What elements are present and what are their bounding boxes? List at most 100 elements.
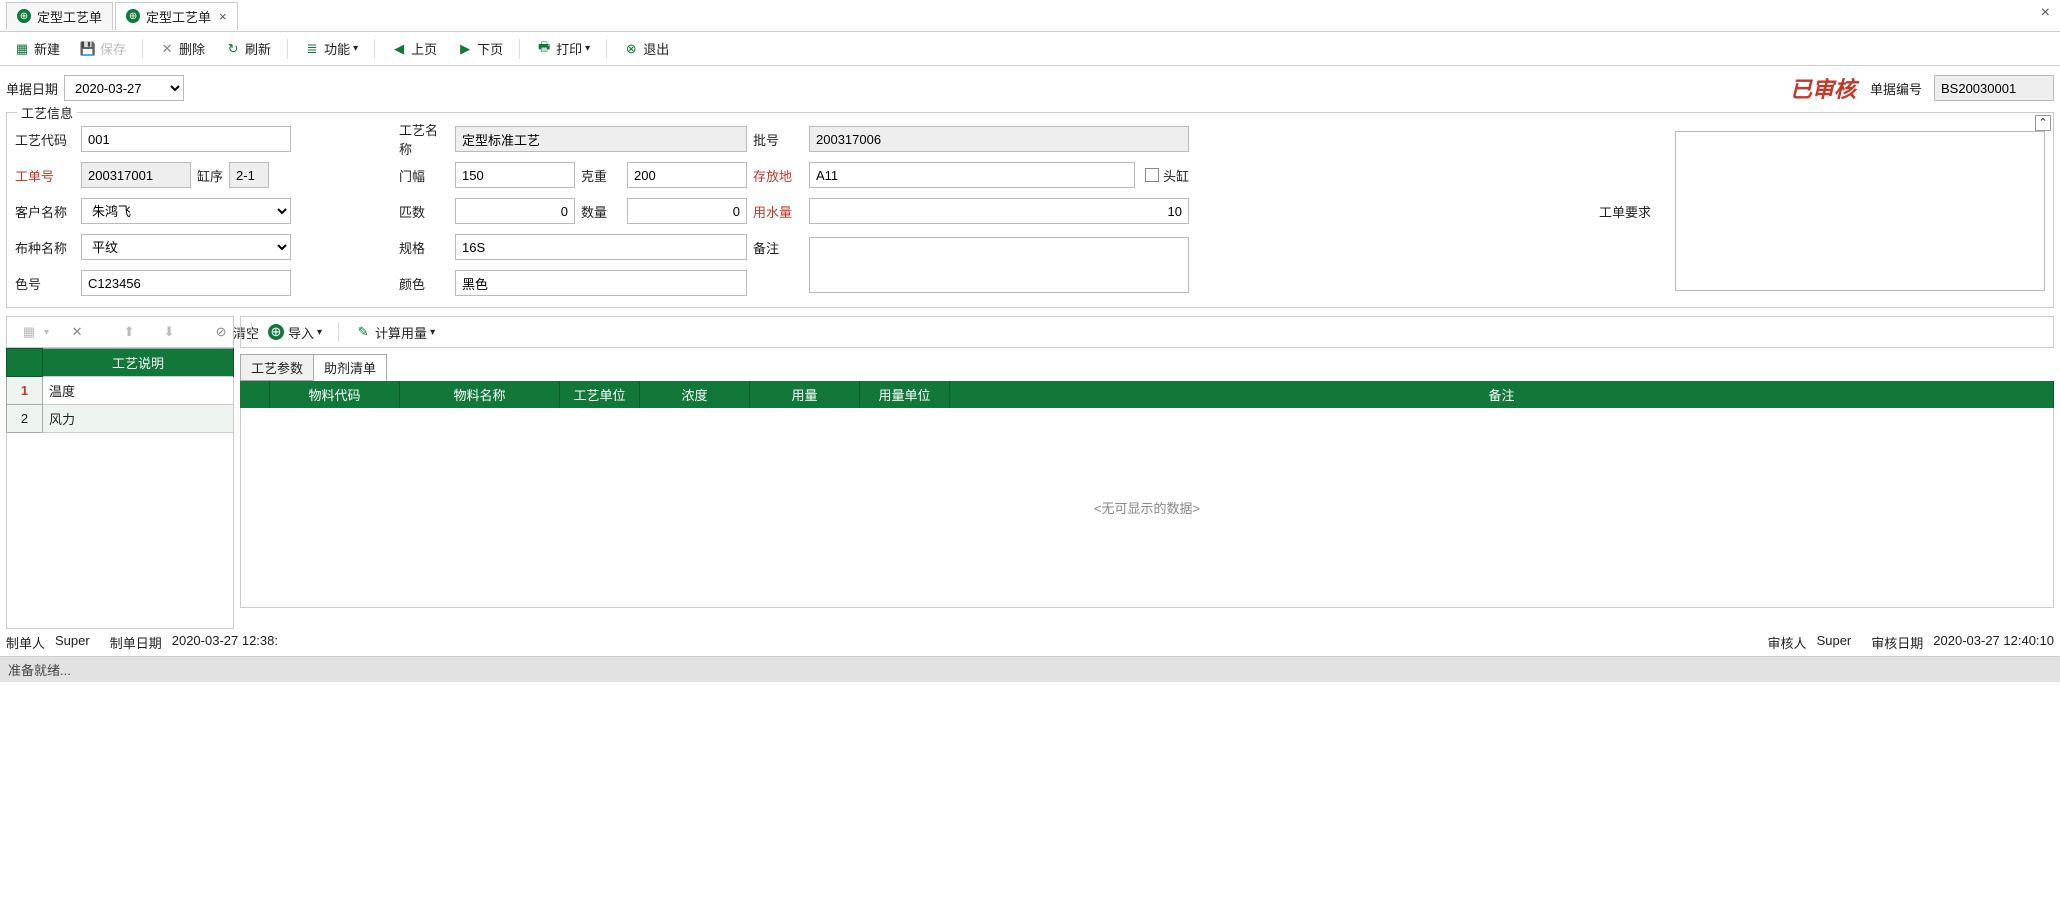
docnum-label: 单据编号: [1870, 79, 1922, 98]
location-label: 存放地: [753, 166, 803, 185]
arrow-right-icon: ▶: [457, 41, 473, 57]
date-label: 单据日期: [6, 79, 58, 98]
tab-aux[interactable]: 助剂清单: [313, 354, 387, 381]
row-number[interactable]: 1: [7, 377, 43, 405]
date-select[interactable]: 2020-03-27: [64, 75, 184, 101]
delete-icon: ✕: [159, 41, 175, 57]
print-button[interactable]: 🖶打印▾: [528, 36, 598, 61]
globe-icon: ⊕: [268, 324, 284, 340]
tab-1[interactable]: ⊕ 定型工艺单: [6, 2, 113, 30]
name-input: [455, 126, 747, 152]
save-icon[interactable]: ▦▾: [13, 321, 57, 343]
edit-icon: ✎: [355, 324, 371, 340]
new-button[interactable]: ▦新建: [6, 36, 68, 61]
pieces-label: 匹数: [399, 202, 449, 221]
auditor-label: 审核人: [1768, 633, 1807, 652]
detail-header-row: 物料代码 物料名称 工艺单位 浓度 用量 用量单位 备注: [240, 381, 2054, 408]
name-label: 工艺名称: [399, 120, 449, 158]
remark-input[interactable]: [809, 237, 1189, 293]
head-vat-checkbox[interactable]: 头缸: [1145, 166, 1189, 185]
close-icon[interactable]: ×: [219, 9, 227, 24]
water-label: 用水量: [753, 202, 803, 221]
creator-value: Super: [55, 633, 90, 652]
section-title: 工艺信息: [17, 103, 77, 122]
separator: [519, 39, 520, 59]
color-label: 颜色: [399, 274, 449, 293]
function-button[interactable]: ≣功能▾: [296, 36, 366, 61]
import-button[interactable]: ⊕导入▾: [260, 320, 330, 345]
water-input[interactable]: [809, 198, 1189, 224]
delete-row-icon[interactable]: ✕: [61, 321, 97, 343]
colorno-label: 色号: [15, 274, 75, 293]
checkbox-icon: [1145, 168, 1159, 182]
width-label: 门幅: [399, 166, 449, 185]
move-down-icon[interactable]: ⬇: [153, 321, 189, 343]
creator-label: 制单人: [6, 633, 45, 652]
next-button[interactable]: ▶下页: [449, 36, 511, 61]
exit-button[interactable]: ⊗退出: [615, 36, 677, 61]
separator: [606, 39, 607, 59]
delete-button[interactable]: ✕删除: [151, 36, 213, 61]
remark-label: 备注: [753, 238, 803, 257]
cell-desc[interactable]: 风力: [43, 405, 234, 433]
fabric-label: 布种名称: [15, 238, 75, 257]
globe-icon: ⊕: [17, 9, 31, 23]
chevron-down-icon: ▾: [317, 327, 322, 338]
separator: [374, 39, 375, 59]
spec-label: 规格: [399, 238, 449, 257]
window-close-icon[interactable]: ×: [2041, 4, 2050, 22]
audit-date-label: 审核日期: [1871, 633, 1923, 652]
col-unit: 工艺单位: [560, 381, 640, 408]
docnum-field: [1934, 75, 2054, 101]
colorno-input[interactable]: [81, 270, 291, 296]
prev-button[interactable]: ◀上页: [383, 36, 445, 61]
spec-input[interactable]: [455, 234, 747, 260]
customer-select[interactable]: 朱鸿飞: [81, 198, 291, 224]
code-input[interactable]: [81, 126, 291, 152]
clear-icon: ⊘: [213, 324, 229, 340]
save-button[interactable]: 💾保存: [72, 36, 134, 61]
tab-1-label: 定型工艺单: [37, 7, 102, 26]
separator: [287, 39, 288, 59]
tab-2[interactable]: ⊕ 定型工艺单 ×: [115, 2, 238, 30]
process-desc-table[interactable]: 工艺说明 1温度 2风力: [6, 348, 234, 433]
width-input[interactable]: [455, 162, 575, 188]
col-matname: 物料名称: [400, 381, 560, 408]
pieces-input[interactable]: [455, 198, 575, 224]
col-desc: 工艺说明: [43, 349, 234, 377]
requirement-box[interactable]: [1675, 131, 2045, 291]
collapse-icon[interactable]: ⌃: [2035, 115, 2051, 131]
weight-input[interactable]: [627, 162, 747, 188]
cell-desc[interactable]: 温度: [43, 377, 234, 405]
chevron-down-icon: ▾: [353, 43, 358, 54]
create-date-label: 制单日期: [110, 633, 162, 652]
fabric-select[interactable]: 平纹: [81, 234, 291, 260]
customer-label: 客户名称: [15, 202, 75, 221]
new-icon: ▦: [14, 41, 30, 57]
qty-label: 数量: [581, 202, 621, 221]
detail-empty-body: <无可显示的数据>: [240, 408, 2054, 608]
location-input[interactable]: [809, 162, 1135, 188]
chevron-down-icon: ▾: [430, 327, 435, 338]
save-icon: 💾: [80, 41, 96, 57]
refresh-button[interactable]: ↻刷新: [217, 36, 279, 61]
tab-2-label: 定型工艺单: [146, 7, 211, 26]
calc-button[interactable]: ✎计算用量▾: [347, 320, 443, 345]
row-number[interactable]: 2: [7, 405, 43, 433]
separator: [142, 39, 143, 59]
vatseq-label: 缸序: [197, 166, 223, 185]
qty-input[interactable]: [627, 198, 747, 224]
audit-stamp: 已审核: [1790, 72, 1856, 104]
req-label: 工单要求: [1599, 202, 1669, 221]
col-usage-unit: 用量单位: [860, 381, 950, 408]
left-grid-body: [6, 433, 234, 629]
order-label: 工单号: [15, 166, 75, 185]
auditor-value: Super: [1817, 633, 1852, 652]
move-up-icon[interactable]: ⬆: [113, 321, 149, 343]
arrow-left-icon: ◀: [391, 41, 407, 57]
weight-label: 克重: [581, 166, 621, 185]
list-icon: ≣: [304, 41, 320, 57]
color-input[interactable]: [455, 270, 747, 296]
col-remark: 备注: [950, 381, 2054, 408]
tab-params[interactable]: 工艺参数: [240, 354, 314, 381]
